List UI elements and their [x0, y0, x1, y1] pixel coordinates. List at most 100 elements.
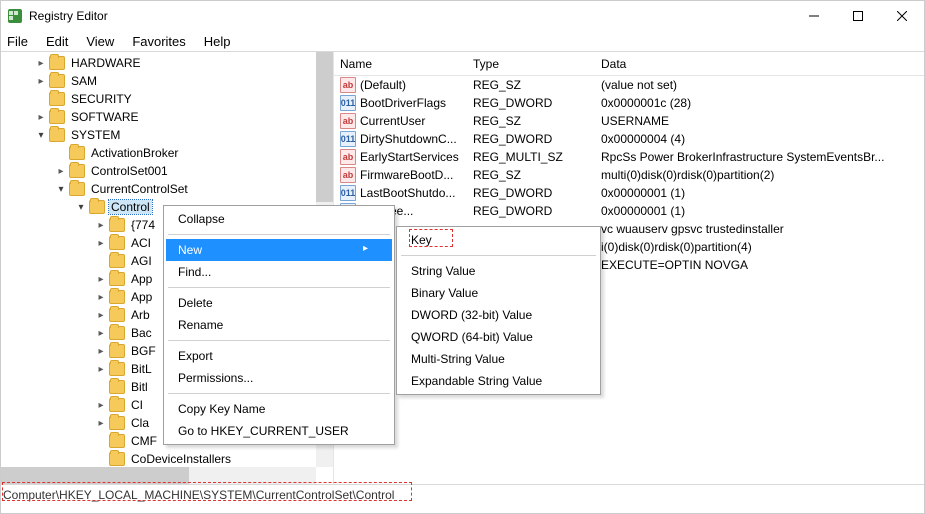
tree-item-system[interactable]: SYSTEM [1, 126, 333, 144]
folder-icon [49, 92, 65, 106]
expand-icon[interactable] [93, 397, 109, 413]
ctx-goto-hkcu[interactable]: Go to HKEY_CURRENT_USER [166, 420, 392, 442]
ctx-new-dword[interactable]: DWORD (32-bit) Value [399, 304, 598, 326]
expand-icon[interactable] [93, 307, 109, 323]
ctx-delete[interactable]: Delete [166, 292, 392, 314]
value-type: REG_SZ [467, 114, 595, 128]
value-type: REG_DWORD [467, 96, 595, 110]
value-type: REG_DWORD [467, 186, 595, 200]
tree-item-software[interactable]: SOFTWARE [1, 108, 333, 126]
status-path: Computer\HKEY_LOCAL_MACHINE\SYSTEM\Curre… [3, 488, 394, 502]
ctx-new-multistring[interactable]: Multi-String Value [399, 348, 598, 370]
list-row[interactable]: 011LastBootShutdo...REG_DWORD0x00000001 … [334, 184, 924, 202]
expand-icon [33, 91, 49, 107]
column-header-type[interactable]: Type [467, 57, 595, 71]
ctx-new-key[interactable]: Key [399, 229, 598, 251]
titlebar: Registry Editor [1, 1, 924, 31]
ctx-find[interactable]: Find... [166, 261, 392, 283]
expand-icon[interactable] [33, 73, 49, 89]
registry-editor-window: Registry Editor File Edit View Favorites… [0, 0, 925, 514]
ctx-export[interactable]: Export [166, 345, 392, 367]
folder-icon [109, 398, 125, 412]
menu-favorites[interactable]: Favorites [130, 33, 187, 50]
list-row[interactable]: abFirmwareBootD...REG_SZmulti(0)disk(0)r… [334, 166, 924, 184]
tree-item-security[interactable]: SECURITY [1, 90, 333, 108]
tree-item-hardware[interactable]: HARDWARE [1, 54, 333, 72]
folder-icon [109, 290, 125, 304]
tree-item-sam[interactable]: SAM [1, 72, 333, 90]
column-header-data[interactable]: Data [595, 57, 924, 71]
list-row[interactable]: abCurrentUserREG_SZUSERNAME [334, 112, 924, 130]
value-name: CurrentUser [360, 114, 425, 128]
value-data: multi(0)disk(0)rdisk(0)partition(2) [595, 168, 924, 182]
expand-icon[interactable] [33, 109, 49, 125]
expand-icon [93, 253, 109, 269]
binary-value-icon: 011 [340, 185, 356, 201]
expand-icon[interactable] [93, 361, 109, 377]
statusbar: Computer\HKEY_LOCAL_MACHINE\SYSTEM\Curre… [1, 484, 924, 505]
menu-file[interactable]: File [5, 33, 30, 50]
value-name: LastBootShutdo... [360, 186, 455, 200]
folder-icon [109, 380, 125, 394]
folder-icon [69, 146, 85, 160]
tree-item-codeviceinstallers[interactable]: CoDeviceInstallers [1, 450, 333, 468]
expand-icon[interactable] [73, 199, 89, 215]
list-row[interactable]: 011BootDriverFlagsREG_DWORD0x0000001c (2… [334, 94, 924, 112]
minimize-button[interactable] [792, 2, 836, 30]
menu-edit[interactable]: Edit [44, 33, 70, 50]
menubar: File Edit View Favorites Help [1, 31, 924, 51]
value-name: (Default) [360, 78, 406, 92]
ctx-new-string[interactable]: String Value [399, 260, 598, 282]
value-type: REG_DWORD [467, 204, 595, 218]
folder-icon [69, 164, 85, 178]
menu-help[interactable]: Help [202, 33, 233, 50]
ctx-copy-key-name[interactable]: Copy Key Name [166, 398, 392, 420]
value-data: RpcSs Power BrokerInfrastructure SystemE… [595, 150, 924, 164]
tree-horizontal-scrollbar[interactable] [1, 467, 316, 484]
list-row[interactable]: ab(Default)REG_SZ(value not set) [334, 76, 924, 94]
expand-icon[interactable] [53, 181, 69, 197]
string-value-icon: ab [340, 149, 356, 165]
expand-icon[interactable] [33, 55, 49, 71]
column-header-name[interactable]: Name [334, 57, 467, 71]
expand-icon[interactable] [93, 343, 109, 359]
value-data: USERNAME [595, 114, 924, 128]
folder-icon [109, 218, 125, 232]
ctx-new-expandstring[interactable]: Expandable String Value [399, 370, 598, 392]
ctx-new[interactable]: New [166, 239, 392, 261]
expand-icon [53, 145, 69, 161]
expand-icon[interactable] [33, 127, 49, 143]
folder-icon [49, 110, 65, 124]
value-data: vc wuauserv gpsvc trustedinstaller [595, 222, 924, 236]
expand-icon[interactable] [93, 289, 109, 305]
expand-icon[interactable] [53, 163, 69, 179]
expand-icon[interactable] [93, 325, 109, 341]
list-row[interactable]: abEarlyStartServicesREG_MULTI_SZRpcSs Po… [334, 148, 924, 166]
list-row[interactable]: 011tSuccee...REG_DWORD0x00000001 (1) [334, 202, 924, 220]
folder-icon [109, 434, 125, 448]
ctx-new-binary[interactable]: Binary Value [399, 282, 598, 304]
expand-icon[interactable] [93, 271, 109, 287]
ctx-collapse[interactable]: Collapse [166, 208, 392, 230]
folder-icon [109, 272, 125, 286]
expand-icon [93, 433, 109, 449]
string-value-icon: ab [340, 77, 356, 93]
ctx-new-qword[interactable]: QWORD (64-bit) Value [399, 326, 598, 348]
binary-value-icon: 011 [340, 95, 356, 111]
folder-icon [69, 182, 85, 196]
maximize-button[interactable] [836, 2, 880, 30]
folder-icon [109, 416, 125, 430]
tree-item-activationbroker[interactable]: ActivationBroker [1, 144, 333, 162]
tree-item-controlset001[interactable]: ControlSet001 [1, 162, 333, 180]
menu-view[interactable]: View [84, 33, 116, 50]
list-row[interactable]: 011DirtyShutdownC...REG_DWORD0x00000004 … [334, 130, 924, 148]
ctx-permissions[interactable]: Permissions... [166, 367, 392, 389]
expand-icon[interactable] [93, 217, 109, 233]
expand-icon[interactable] [93, 415, 109, 431]
close-button[interactable] [880, 2, 924, 30]
ctx-rename[interactable]: Rename [166, 314, 392, 336]
expand-icon[interactable] [93, 235, 109, 251]
value-data: (value not set) [595, 78, 924, 92]
tree-item-currentcontrolset[interactable]: CurrentControlSet [1, 180, 333, 198]
value-name: EarlyStartServices [360, 150, 459, 164]
